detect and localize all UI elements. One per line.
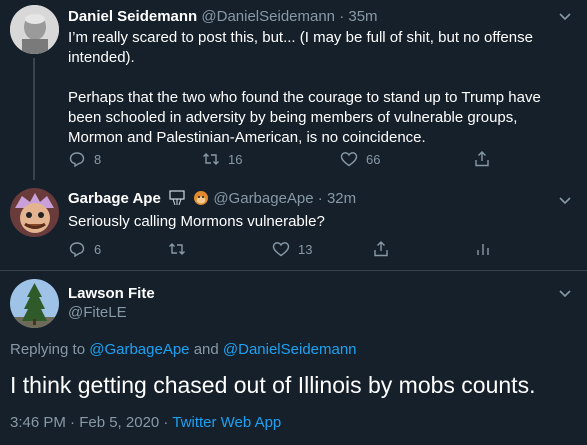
retweet-icon (169, 243, 185, 255)
tweet-text: I’m really scared to post this, but... (… (68, 29, 541, 146)
analytics-button[interactable] (474, 240, 492, 258)
like-button[interactable]: 66 (340, 150, 380, 168)
retweet-icon (203, 153, 219, 165)
reply-icon (69, 152, 85, 168)
retweet-button[interactable]: 16 (202, 150, 242, 168)
mention-link[interactable]: @DanielSeidemann (223, 341, 357, 358)
share-button[interactable] (473, 150, 491, 168)
tweet-actions: 6 13 (68, 240, 548, 260)
handle[interactable]: @FiteLE (68, 304, 155, 321)
ape-emoji-icon (194, 191, 209, 205)
tweet-text: I think getting chased out of Illinois b… (10, 372, 536, 398)
reply-button[interactable]: 6 (68, 240, 101, 258)
share-icon (475, 151, 489, 167)
replying-prefix: Replying to (10, 341, 86, 358)
replying-to: Replying to @GarbageApe and @DanielSeide… (10, 341, 357, 358)
analytics-icon (477, 244, 489, 255)
avatar[interactable] (10, 188, 59, 237)
tweet-main: Lawson Fite @FiteLE Replying to @Garbage… (0, 271, 587, 445)
timestamp[interactable]: · 32m (318, 190, 356, 207)
thread-line (33, 58, 35, 180)
display-name[interactable]: Daniel Seidemann (68, 8, 197, 25)
tweet-text: Seriously calling Mormons vulnerable? (68, 213, 325, 230)
reply-icon (69, 242, 85, 258)
avatar[interactable] (10, 5, 59, 54)
like-button[interactable]: 13 (272, 240, 312, 258)
tweet-actions: 8 16 66 (68, 150, 548, 170)
like-count: 13 (298, 241, 313, 257)
share-icon (374, 241, 388, 257)
display-name[interactable]: Garbage Ape (68, 190, 161, 207)
heart-icon (272, 242, 290, 257)
timestamp[interactable]: 3:46 PM · Feb 5, 2020 · (10, 414, 172, 431)
handle[interactable]: @DanielSeidemann (201, 8, 335, 25)
avatar[interactable] (10, 279, 59, 328)
mention-link[interactable]: @GarbageApe (89, 341, 189, 358)
tweet-header: Lawson Fite @FiteLE (68, 285, 155, 321)
handle[interactable]: @GarbageApe (213, 190, 313, 207)
tweet-garbage-ape[interactable]: Garbage Ape @GarbageApe · 32m Seriously … (0, 180, 587, 262)
heart-icon (340, 152, 358, 167)
chevron-down-icon[interactable] (557, 192, 573, 208)
retweet-button[interactable] (168, 240, 194, 258)
retweet-count: 16 (228, 151, 243, 167)
source-link[interactable]: Twitter Web App (172, 414, 281, 431)
reply-count: 6 (94, 241, 102, 257)
basketball-hoop-icon (169, 190, 185, 206)
tweet-header: Garbage Ape @GarbageApe · 32m (68, 190, 356, 207)
reply-button[interactable]: 8 (68, 150, 101, 168)
tweet-timestamp: 3:46 PM · Feb 5, 2020 · Twitter Web App (10, 414, 281, 431)
chevron-down-icon[interactable] (557, 8, 573, 24)
chevron-down-icon[interactable] (557, 285, 573, 301)
reply-count: 8 (94, 151, 102, 167)
tweet-daniel[interactable]: Daniel Seidemann @DanielSeidemann · 35m … (0, 0, 587, 180)
like-count: 66 (366, 151, 381, 167)
tweet-header: Daniel Seidemann @DanielSeidemann · 35m (68, 8, 378, 25)
display-name[interactable]: Lawson Fite (68, 285, 155, 302)
timestamp[interactable]: · 35m (339, 8, 377, 25)
replying-and: and (193, 341, 219, 358)
share-button[interactable] (372, 240, 390, 258)
